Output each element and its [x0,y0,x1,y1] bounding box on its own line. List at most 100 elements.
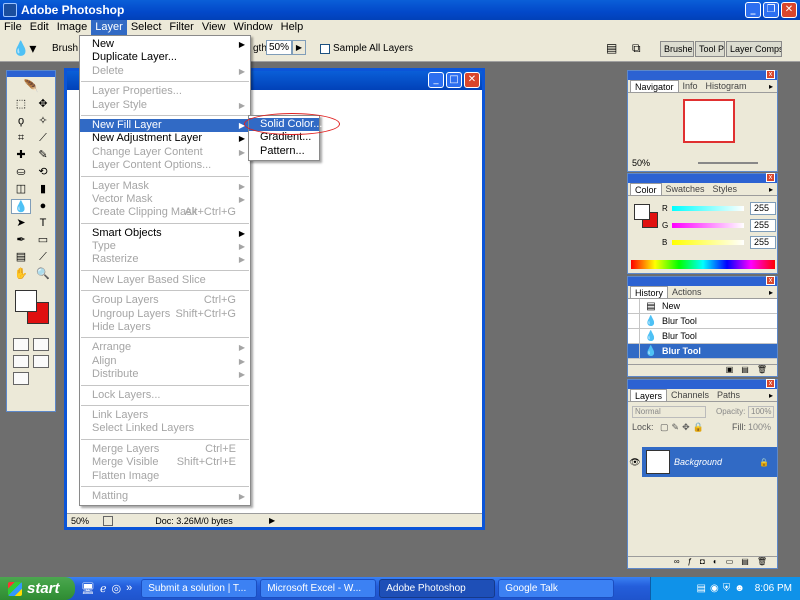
menu-select[interactable]: Select [127,20,166,35]
well-tab-brushes[interactable]: Brushe [660,41,694,57]
tab-navigator[interactable]: Navigator [630,80,679,92]
history-state[interactable]: 💧 Blur Tool [628,343,777,359]
foreground-color-swatch[interactable] [15,290,37,312]
minimize-button[interactable]: _ [745,2,761,18]
well-tab-tool-presets[interactable]: Tool Pr [695,41,725,57]
new-document-icon[interactable]: ▤ [741,365,749,376]
lasso-tool-icon[interactable]: ϙ [11,114,31,129]
start-button[interactable]: start [0,577,75,600]
history-state[interactable]: 💧 Blur Tool [628,313,777,329]
history-brush-icon[interactable]: ⟲ [33,165,53,180]
doc-maximize-button[interactable]: □ [446,72,462,88]
quick-mask-icon[interactable] [33,338,49,351]
hand-tool-icon[interactable]: ✋ [11,267,31,282]
menu-view[interactable]: View [198,20,230,35]
strength-input[interactable]: 50% [266,40,292,55]
eraser-tool-icon[interactable]: ◫ [11,182,31,197]
trash-icon[interactable]: 🗑 [757,365,767,376]
path-selection-icon[interactable]: ➤ [11,216,31,231]
type-tool-icon[interactable]: T [33,216,53,231]
history-state[interactable]: 💧 Blur Tool [628,328,777,344]
taskbar-button-adobe-photoshop[interactable]: Adobe Photoshop [379,579,496,598]
channel-slider[interactable] [672,223,744,228]
zoom-tool-icon[interactable]: 🔍 [33,267,53,282]
restore-button[interactable]: ❐ [763,2,779,18]
sample-all-layers[interactable]: Sample All Layers [320,43,413,54]
magic-wand-icon[interactable]: ✧ [33,114,53,129]
marquee-tool-icon[interactable]: ⬚ [11,97,31,112]
close-button[interactable]: ✕ [781,2,797,18]
notes-tool-icon[interactable]: ▤ [11,250,31,265]
panel-close-icon[interactable]: x [766,276,775,285]
channel-value-input[interactable]: 255 [750,202,776,215]
delete-layer-icon[interactable]: 🗑 [757,557,767,568]
blur-tool-preset-icon[interactable]: 💧▾ [12,40,36,57]
menu-item-duplicate-layer[interactable]: Duplicate Layer... [80,51,250,64]
eyedropper-icon[interactable]: ⟋ [33,250,53,265]
panel-menu-icon[interactable]: ▸ [769,288,773,297]
panel-close-icon[interactable]: x [766,379,775,388]
move-tool-icon[interactable]: ✥ [33,97,53,112]
adjustment-layer-icon[interactable]: ◐ [713,557,718,568]
blend-mode-select[interactable]: Normal [632,406,706,418]
navigator-thumbnail[interactable] [683,99,735,143]
color-spectrum-bar[interactable] [631,260,775,269]
tab-paths[interactable]: Paths [713,389,744,401]
screen-mode-full-menu-icon[interactable] [33,355,49,368]
navigator-zoom-slider[interactable] [698,162,758,164]
menu-item-new[interactable]: New ▶ [80,38,250,51]
channel-slider[interactable] [672,240,744,245]
quick-launch-more-icon[interactable]: » [126,582,132,595]
strength-dropdown-arrow[interactable]: ▶ [292,40,306,55]
panel-menu-icon[interactable]: ▸ [769,185,773,194]
dodge-tool-icon[interactable]: ● [33,199,53,214]
crop-tool-icon[interactable]: ⌗ [11,131,31,146]
status-arrow-icon[interactable]: ▶ [269,516,275,525]
blur-tool-icon[interactable]: 💧 [11,199,31,214]
menu-filter[interactable]: Filter [165,20,197,35]
navigator-zoom[interactable]: 50% [632,158,650,168]
opacity-value[interactable]: 100% [748,406,774,418]
tab-layers[interactable]: Layers [630,389,668,401]
add-mask-icon[interactable]: ◘ [700,557,705,568]
new-layer-icon[interactable]: ▤ [741,557,749,568]
lock-icons[interactable]: ▢✎✥🔒 [660,422,707,432]
status-icon[interactable] [103,515,113,526]
fill-value[interactable]: 100% [748,422,771,432]
color-foreground-swatch[interactable] [634,204,650,220]
browser-icon[interactable]: ℯ [100,582,107,595]
menu-image[interactable]: Image [53,20,92,35]
tab-styles[interactable]: Styles [709,183,742,195]
pen-tool-icon[interactable]: ✒ [11,233,31,248]
history-brush-source[interactable] [628,298,640,314]
media-icon[interactable]: ◎ [111,582,121,595]
tab-info[interactable]: Info [679,80,702,92]
tab-actions[interactable]: Actions [668,286,706,298]
layer-style-icon[interactable]: ƒ [688,557,692,568]
snapshot-icon[interactable]: ▣ [726,365,734,376]
channel-slider[interactable] [672,206,744,211]
menu-item-new-fill-layer[interactable]: New Fill Layer ▶ [80,118,250,133]
gradient-tool-icon[interactable]: ▮ [33,182,53,197]
taskbar-button-microsoft-excel-w[interactable]: Microsoft Excel - W... [260,579,377,598]
taskbar-button-google-talk[interactable]: Google Talk [498,579,615,598]
panel-menu-icon[interactable]: ▸ [769,82,773,91]
palette-icon[interactable]: ⧉ [632,41,646,55]
taskbar-button-submit-a-solution-t[interactable]: Submit a solution | T... [141,579,258,598]
tab-color[interactable]: Color [630,183,662,195]
channel-value-input[interactable]: 255 [750,236,776,249]
tab-histogram[interactable]: Histogram [702,80,751,92]
history-brush-source[interactable] [628,313,640,329]
panel-close-icon[interactable]: x [766,70,775,79]
healing-brush-icon[interactable]: ✚ [11,148,31,163]
tray-icon-volume[interactable]: ◉ [710,583,719,594]
tab-swatches[interactable]: Swatches [662,183,709,195]
menu-item-new-adjustment-layer[interactable]: New Adjustment Layer ▶ [80,132,250,145]
doc-close-button[interactable]: ✕ [464,72,480,88]
doc-zoom-level[interactable]: 50% [67,516,97,526]
link-layers-icon[interactable]: ∞ [674,557,680,568]
menu-edit[interactable]: Edit [26,20,53,35]
history-brush-source[interactable] [628,328,640,344]
tab-channels[interactable]: Channels [667,389,713,401]
imageready-jump-icon[interactable] [13,372,29,385]
